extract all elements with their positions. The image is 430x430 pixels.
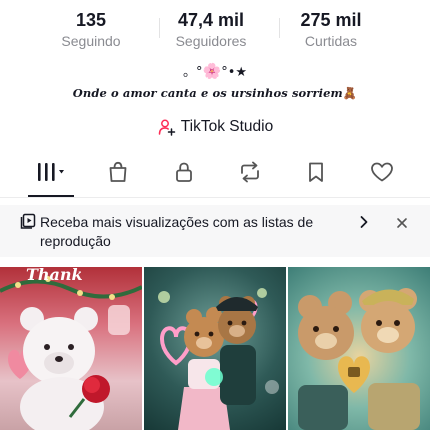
thumbnail-overlay-text: Thank — [26, 267, 83, 284]
stat-followers[interactable]: 47,4 mil Seguidores — [159, 8, 263, 52]
following-count: 135 — [75, 10, 107, 30]
shopping-bag-icon — [106, 160, 130, 189]
video-thumbnail[interactable] — [288, 267, 430, 430]
video-thumbnail[interactable] — [144, 267, 286, 430]
playlist-icon — [20, 213, 36, 229]
tab-reposts[interactable] — [217, 154, 283, 194]
stat-likes[interactable]: 275 mil Curtidas — [279, 8, 383, 52]
tab-shop[interactable] — [85, 154, 151, 194]
bio-decoration-right: °•★ — [221, 65, 248, 80]
heart-icon — [369, 160, 395, 189]
repost-icon — [237, 160, 263, 189]
playlist-banner-text: Receba mais visualizações com as listas … — [40, 214, 314, 249]
tab-favorites[interactable] — [283, 154, 349, 194]
stat-following[interactable]: 135 Seguindo — [47, 8, 135, 52]
tiktok-studio-link[interactable]: TikTok Studio — [0, 116, 430, 138]
bio-line-text: Onde o amor canta e os ursinhos sorriem — [72, 86, 343, 100]
video-grid: Thank — [0, 267, 430, 430]
followers-label: Seguidores — [175, 33, 247, 49]
person-plus-icon — [157, 117, 177, 137]
tab-videos-grid[interactable] — [19, 154, 85, 194]
bio-decoration: 。°🌸°•★ — [0, 62, 430, 82]
teddy-bear-icon: 🧸 — [342, 86, 358, 100]
chevron-right-icon[interactable] — [356, 214, 372, 230]
video-thumbnail[interactable]: Thank — [0, 267, 142, 430]
followers-count: 47,4 mil — [177, 10, 245, 30]
lock-icon — [172, 160, 196, 189]
following-label: Seguindo — [61, 33, 121, 49]
profile-stats: 135 Seguindo 47,4 mil Seguidores 275 mil… — [0, 8, 430, 52]
likes-label: Curtidas — [304, 33, 358, 49]
tabs-divider — [0, 197, 430, 198]
playlist-banner[interactable]: Receba mais visualizações com as listas … — [0, 205, 430, 257]
teddy-couple-image — [158, 288, 279, 430]
bio-decoration-left: 。° — [182, 65, 203, 80]
grid-bars-icon — [35, 161, 69, 188]
tab-liked[interactable] — [349, 154, 415, 194]
flower-icon: 🌸 — [202, 62, 222, 80]
tiktok-studio-label: TikTok Studio — [180, 118, 274, 135]
tab-private[interactable] — [151, 154, 217, 194]
likes-count: 275 mil — [300, 10, 362, 30]
close-icon[interactable] — [394, 215, 410, 231]
bookmark-icon — [304, 160, 328, 189]
teddy-bear-rose-image — [0, 276, 142, 430]
teddy-lock-heart-image — [298, 288, 420, 430]
profile-tabs — [0, 152, 430, 196]
bio-text: Onde o amor canta e os ursinhos sorriem🧸 — [0, 84, 430, 102]
